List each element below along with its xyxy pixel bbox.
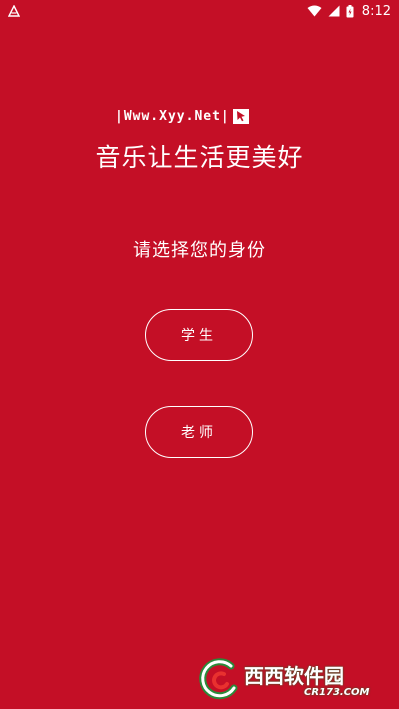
- teacher-button[interactable]: 老师: [145, 406, 253, 458]
- signal-icon: [328, 5, 340, 17]
- wifi-icon: [307, 5, 322, 17]
- watermark-domain: CR173.COM: [304, 687, 370, 698]
- site-badge: |Www.Xyy.Net|: [115, 107, 279, 125]
- watermark-brand: 西西软件园 CR173.COM: [244, 660, 370, 698]
- watermark-logo: [196, 656, 242, 702]
- slogan: 音乐让生活更美好: [95, 143, 304, 172]
- app-notification-icon: [8, 5, 20, 17]
- status-time: 8:12: [361, 3, 391, 19]
- student-button[interactable]: 学生: [145, 309, 253, 361]
- status-bar: 8:12: [0, 0, 399, 22]
- site-badge-text: |Www.Xyy.Net|: [115, 108, 230, 124]
- status-right: 8:12: [307, 4, 391, 19]
- battery-icon: [346, 4, 354, 18]
- cursor-arrow-icon: [232, 108, 249, 124]
- identity-prompt: 请选择您的身份: [133, 240, 266, 261]
- watermark: 西西软件园 CR173.COM: [196, 656, 384, 702]
- watermark-brand-name: 西西软件园: [244, 664, 344, 688]
- status-left: [8, 5, 20, 17]
